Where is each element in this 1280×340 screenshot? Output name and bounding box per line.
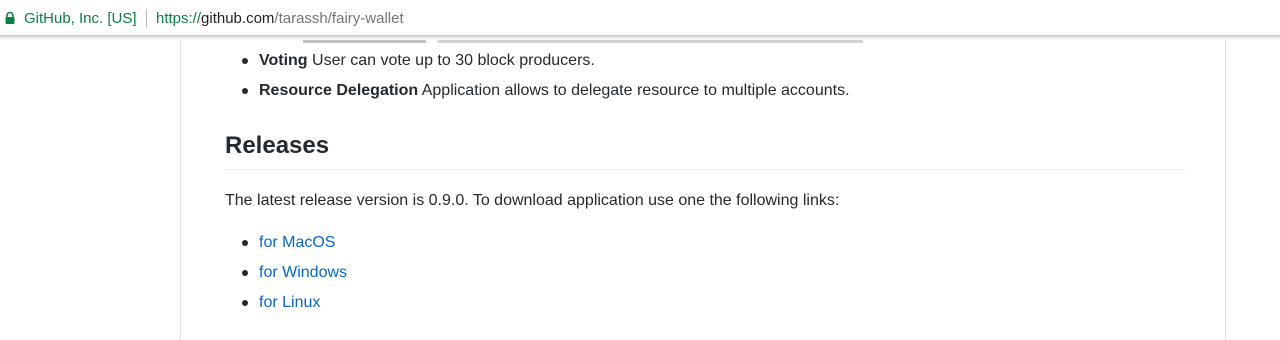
bullet bbox=[242, 88, 248, 94]
feature-description: User can vote up to 30 block producers. bbox=[307, 52, 595, 69]
bullet bbox=[242, 300, 248, 306]
list-item: for Windows bbox=[225, 262, 347, 292]
release-paragraph: The latest release version is 0.9.0. To … bbox=[225, 192, 840, 209]
list-item: for MacOS bbox=[225, 232, 347, 262]
url-scheme: https:// bbox=[156, 10, 202, 27]
browser-address-bar[interactable]: GitHub, Inc. [US] https://github.com/tar… bbox=[0, 0, 1280, 40]
feature-title: Voting bbox=[259, 52, 308, 69]
download-link-windows[interactable]: for Windows bbox=[259, 264, 347, 281]
download-links-list: for MacOS for Windows for Linux bbox=[225, 232, 347, 322]
url-field[interactable]: https://github.com/tarassh/fairy-wallet bbox=[156, 9, 404, 29]
clipped-previous-line bbox=[303, 40, 863, 44]
feature-description: Application allows to delegate resource … bbox=[418, 82, 850, 99]
lock-icon bbox=[5, 12, 15, 24]
list-item: Resource Delegation Application allows t… bbox=[225, 80, 850, 110]
url-path: /tarassh/fairy-wallet bbox=[274, 10, 404, 27]
download-link-macos[interactable]: for MacOS bbox=[259, 234, 335, 251]
bullet bbox=[242, 240, 248, 246]
bullet bbox=[242, 270, 248, 276]
address-separator bbox=[146, 9, 147, 28]
releases-heading: Releases bbox=[225, 130, 1185, 170]
readme-container: Voting User can vote up to 30 block prod… bbox=[180, 40, 1226, 340]
list-item: Voting User can vote up to 30 block prod… bbox=[225, 50, 850, 80]
feature-title: Resource Delegation bbox=[259, 82, 419, 99]
site-identity[interactable]: GitHub, Inc. [US] bbox=[24, 9, 137, 29]
url-host: github.com bbox=[201, 10, 275, 27]
list-item: for Linux bbox=[225, 292, 347, 322]
feature-list: Voting User can vote up to 30 block prod… bbox=[225, 50, 850, 110]
bullet bbox=[242, 58, 248, 64]
download-link-linux[interactable]: for Linux bbox=[259, 294, 320, 311]
